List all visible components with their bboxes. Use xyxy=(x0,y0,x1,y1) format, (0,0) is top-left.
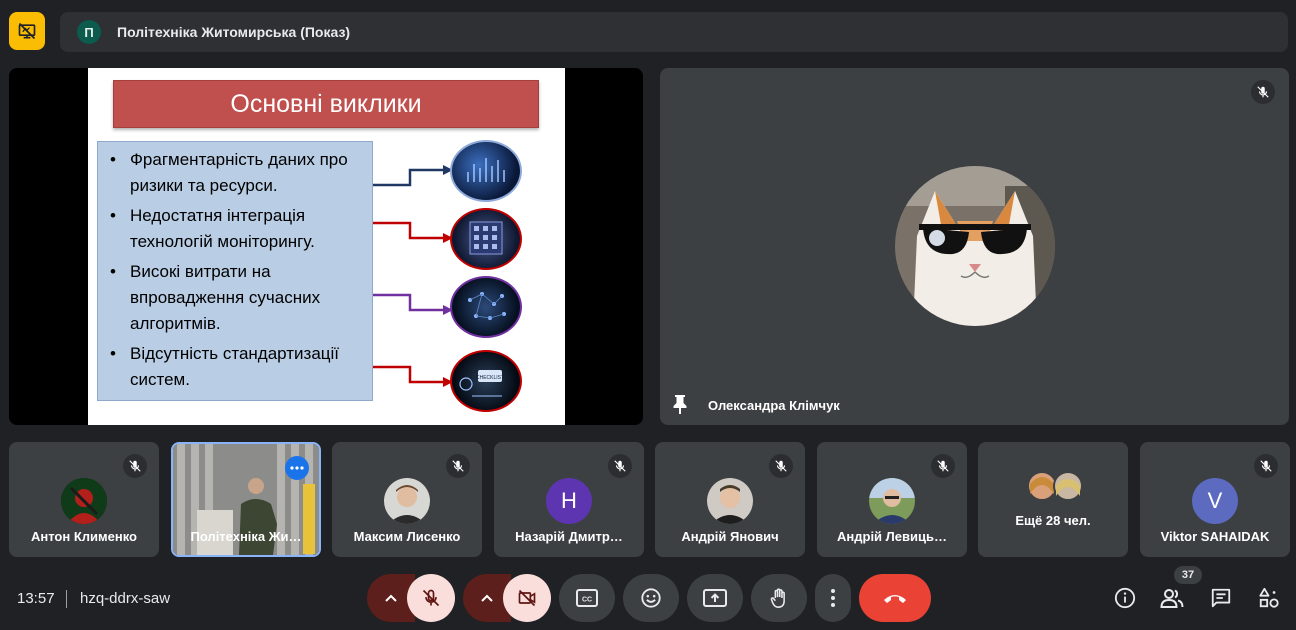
chevron-up-icon xyxy=(481,594,493,602)
chat-icon xyxy=(1211,588,1231,608)
slide-bullet: Фрагментарність даних про ризики та ресу… xyxy=(108,147,366,199)
pinned-participant-tile[interactable]: Олександра Клімчук xyxy=(660,68,1289,425)
slide-bullet: Високі витрати на впровадження сучасних … xyxy=(108,259,366,337)
more-participants-tile[interactable]: Ещё 28 чел. xyxy=(978,442,1128,557)
participant-tile[interactable]: Андрій Янович xyxy=(655,442,805,557)
participant-tile[interactable]: Н Назарій Дмитр… xyxy=(494,442,644,557)
participant-name: Назарій Дмитр… xyxy=(515,529,623,544)
avatar xyxy=(869,478,915,524)
presenter-avatar: П xyxy=(77,20,101,44)
camera-off-icon xyxy=(518,589,536,607)
present-now-button[interactable] xyxy=(687,574,743,622)
participant-tile[interactable]: Максим Лисенко xyxy=(332,442,482,557)
mic-off-icon xyxy=(1257,86,1269,98)
mic-off-icon xyxy=(452,460,464,472)
svg-text:CC: CC xyxy=(582,597,592,604)
mic-off-icon xyxy=(937,460,949,472)
more-participants-label: Ещё 28 чел. xyxy=(1015,513,1091,528)
mic-off-icon xyxy=(1260,460,1272,472)
current-time: 13:57 xyxy=(17,590,55,607)
muted-badge xyxy=(931,454,955,478)
slide-bullet-box: Фрагментарність даних про ризики та ресу… xyxy=(97,141,373,401)
participant-avatar-cat xyxy=(895,166,1055,326)
reactions-button[interactable] xyxy=(623,574,679,622)
mic-off-icon xyxy=(775,460,787,472)
more-vert-icon xyxy=(831,589,835,607)
meeting-code: hzq-ddrx-saw xyxy=(80,590,171,607)
slide-image-chip xyxy=(450,208,522,270)
avatar xyxy=(707,478,753,524)
slide-arrow xyxy=(373,293,453,315)
checklist-label: CHECKLIST xyxy=(476,375,504,381)
divider xyxy=(66,590,67,608)
presentation-title: Політехніка Житомирська (Показ) xyxy=(117,24,351,40)
raise-hand-button[interactable] xyxy=(751,574,807,622)
activities-icon xyxy=(1259,587,1279,608)
slide-arrow xyxy=(373,365,453,387)
participant-name: Антон Клименко xyxy=(31,529,137,544)
avatar-letter: Н xyxy=(546,478,592,524)
slide-arrow xyxy=(373,165,453,187)
presentation-tile[interactable]: Основні виклики Фрагментарність даних пр… xyxy=(9,68,643,425)
mic-off-icon xyxy=(422,589,440,607)
captions-button[interactable]: CC xyxy=(559,574,615,622)
stacked-avatars xyxy=(1026,470,1086,502)
participant-name: Андрій Янович xyxy=(681,529,779,544)
participant-name: Максим Лисенко xyxy=(353,529,461,544)
muted-badge xyxy=(446,454,470,478)
meeting-details-button[interactable] xyxy=(1113,586,1137,610)
slide-image-data xyxy=(450,140,522,202)
present-off-icon xyxy=(18,22,36,40)
call-end-icon xyxy=(884,595,906,603)
emoji-icon xyxy=(641,588,661,608)
slide-bullet: Недостатня інтеграція технологій монітор… xyxy=(108,203,366,255)
people-button[interactable] xyxy=(1160,586,1184,610)
slide: Основні виклики Фрагментарність даних пр… xyxy=(88,68,565,425)
participant-tile[interactable]: V Viktor SAHAIDAK xyxy=(1140,442,1290,557)
muted-badge xyxy=(1251,80,1275,104)
participant-name: Політехніка Жи… xyxy=(190,529,302,544)
pinned-participant-name: Олександра Клімчук xyxy=(708,398,840,413)
slide-image-network xyxy=(450,276,522,338)
leave-call-button[interactable] xyxy=(859,574,931,622)
slide-title: Основні виклики xyxy=(113,80,539,128)
participant-name: Андрій Левиць… xyxy=(837,529,947,544)
presentation-title-bar: П Політехніка Житомирська (Показ) xyxy=(60,12,1288,52)
pin-icon[interactable] xyxy=(672,394,688,414)
chat-button[interactable] xyxy=(1209,586,1233,610)
chevron-up-icon xyxy=(385,594,397,602)
info-icon xyxy=(1114,587,1136,609)
slide-arrow xyxy=(373,221,453,243)
more-options-button[interactable] xyxy=(815,574,851,622)
hand-icon xyxy=(770,588,785,608)
avatar xyxy=(384,478,430,524)
participant-tile[interactable]: Антон Клименко xyxy=(9,442,159,557)
participant-name: Viktor SAHAIDAK xyxy=(1160,529,1270,544)
participant-tile[interactable]: Андрій Левиць… xyxy=(817,442,967,557)
muted-badge xyxy=(769,454,793,478)
muted-badge xyxy=(608,454,632,478)
people-icon xyxy=(1160,589,1184,608)
avatar xyxy=(61,478,107,524)
present-to-all-icon xyxy=(703,589,727,607)
activities-button[interactable] xyxy=(1257,586,1281,610)
slide-image-checklist: CHECKLIST xyxy=(450,350,522,412)
mic-off-icon xyxy=(614,460,626,472)
more-vert-icon xyxy=(290,466,304,470)
muted-badge xyxy=(123,454,147,478)
muted-badge xyxy=(1254,454,1278,478)
closed-captions-icon: CC xyxy=(576,589,598,607)
avatar-letter: V xyxy=(1192,478,1238,524)
mic-toggle-button[interactable] xyxy=(407,574,455,622)
people-count-badge: 37 xyxy=(1174,566,1202,584)
participant-tile-video[interactable]: Політехніка Жи… xyxy=(171,442,321,557)
mic-off-icon xyxy=(129,460,141,472)
more-options-button[interactable] xyxy=(285,456,309,480)
slide-bullet: Відсутність стандартизації систем. xyxy=(108,341,366,393)
stop-presenting-button[interactable] xyxy=(9,12,45,50)
camera-toggle-button[interactable] xyxy=(503,574,551,622)
